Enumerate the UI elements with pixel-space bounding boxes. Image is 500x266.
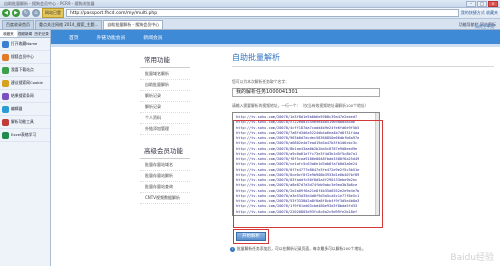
sidebar-item[interactable]: 批量存量站解析	[140, 171, 190, 182]
bookmark-icon	[2, 66, 9, 74]
close-icon[interactable]: ×	[488, 0, 498, 7]
favorite-item[interactable]: 我喜下载站点	[0, 64, 50, 77]
help-link[interactable]: 如何上手页	[475, 24, 494, 30]
site-nav-news[interactable]: 新闻会员	[143, 34, 162, 41]
window-title: 自助批量解析 - 搜狗会员中心 - PCR9 - 搜狗浏览器	[4, 0, 95, 6]
bookmark-icon	[2, 40, 9, 48]
favorite-label: Excel表格学习	[11, 132, 37, 137]
sidebar-item[interactable]: 批量存量站查询	[140, 182, 190, 193]
bookmark-icon	[2, 105, 9, 113]
favorite-label: 我喜下载站点	[11, 67, 34, 72]
sidebar-item[interactable]: 解析记录	[140, 91, 190, 102]
tab-bar: 百度收录首页 重点关注网络 2014_搜索_主题... 自助批量解析 - 搜狗会…	[0, 19, 500, 30]
urls-label: 请输入需要解析的视频地址，一行一个：（仅当有效视频地址请解析100个地址）	[232, 103, 369, 108]
bookmark-icon	[2, 131, 9, 139]
home-icon[interactable]: ⌂	[32, 9, 40, 17]
favorite-item[interactable]: 解析功能工具	[0, 116, 50, 129]
minimize-icon[interactable]: –	[466, 0, 476, 7]
refresh-icon[interactable]: ↻	[22, 9, 30, 17]
bookmark-shortcuts[interactable]: 我的快捷方式 收藏夹	[461, 10, 498, 16]
info-text: 批量解析任务添加后，可以在解析记录页面，每次最多可以解析200个地址。	[237, 246, 366, 251]
sidebar-item[interactable]: 外链添加管理	[140, 124, 190, 135]
bookmark-icon	[2, 53, 9, 61]
favorite-item[interactable]: 打开收藏Name	[0, 38, 50, 51]
premium-functions-title: 高级会员功能	[140, 143, 190, 159]
tab-search[interactable]: 重点关注网络 2014_搜索_主题...	[35, 20, 103, 29]
info-icon: i	[230, 246, 235, 252]
window-controls: – □ ×	[466, 0, 500, 7]
bookmark-icon	[2, 92, 9, 100]
navigation-bar: ◀ ▶ ↻ ⌂ 网站已登 http://passport.fhcd.com/my…	[0, 8, 500, 19]
tab-baidu[interactable]: 百度收录首页	[2, 20, 34, 29]
sidebar-item[interactable]: 批量存量站域名	[140, 160, 190, 171]
sidebar-item[interactable]: CNTV视频数据解析	[140, 193, 190, 204]
favorite-label: 打开收藏Name	[11, 41, 38, 46]
favorite-label: 搜狐会员中心	[11, 54, 34, 59]
favorite-label: 建议搜索网Cookie	[11, 80, 43, 85]
back-icon[interactable]: ◀	[2, 9, 10, 17]
favorite-item[interactable]: 编辑器	[0, 103, 50, 116]
address-label: 网站已登	[42, 8, 64, 18]
tab-video-news[interactable]: 视频新闻	[17, 30, 34, 37]
favorite-item[interactable]: 结果搜索条网	[0, 90, 50, 103]
favorite-item[interactable]: 建议搜索网Cookie	[0, 77, 50, 90]
sidebar-item[interactable]: 个人资料	[140, 113, 190, 124]
sidebar-item[interactable]: 自助批量解析	[140, 80, 190, 91]
page-title: 自助批量解析	[232, 52, 494, 67]
favorite-item[interactable]: 搜狐会员中心	[0, 51, 50, 64]
browser-title-bar: 自助批量解析 - 搜狗会员中心 - PCR9 - 搜狗浏览器 – □ ×	[0, 0, 500, 8]
common-functions-title: 常用功能	[140, 52, 190, 68]
forward-icon[interactable]: ▶	[12, 9, 20, 17]
favorite-label: 编辑器	[11, 106, 23, 111]
site-nav-home[interactable]: 首页	[69, 34, 79, 41]
sidebar-item[interactable]: 批量域名解析	[140, 69, 190, 80]
favorite-label: 解析功能工具	[11, 119, 34, 124]
watermark: Baidu经验	[450, 253, 494, 263]
favorites-panel: 收藏夹 视频新闻 历史记录 打开收藏Name 搜狐会员中心 我喜下载站点 建议搜…	[0, 30, 51, 266]
highlight-box	[233, 120, 383, 228]
sidebar-item[interactable]: 解析记录	[140, 102, 190, 113]
bookmark-icon	[2, 79, 9, 87]
site-nav-links[interactable]: 外链功能会员	[97, 34, 126, 41]
tab-history[interactable]: 历史记录	[33, 30, 50, 37]
function-sidebar: 常用功能 批量域名解析 自助批量解析 解析记录 解析记录 个人资料 外链添加管理…	[140, 52, 190, 204]
start-parse-button[interactable]: 开始解析	[236, 232, 266, 241]
favorite-label: 结果搜索条网	[11, 93, 34, 98]
task-name-input[interactable]: 我的解析任务1000041301	[232, 88, 380, 97]
address-bar[interactable]: http://passport.fhcd.com/my/multi.php	[66, 9, 459, 17]
favorites-tabs: 收藏夹 视频新闻 历史记录	[0, 30, 50, 38]
task-name-label: 您可以为本次解析任务取个名字：	[232, 79, 289, 84]
favorite-item[interactable]: Excel表格学习	[0, 129, 50, 142]
tab-favorites[interactable]: 收藏夹	[0, 30, 17, 37]
bookmark-icon	[2, 118, 9, 126]
tab-batch-parse[interactable]: 自助批量解析 - 搜狗会员中心	[103, 20, 164, 29]
site-nav: 首页 外链功能会员 新闻会员	[51, 30, 500, 44]
maximize-icon[interactable]: □	[477, 0, 487, 7]
